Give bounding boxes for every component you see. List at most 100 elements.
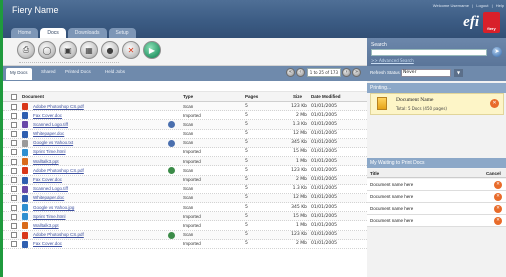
user-icon[interactable]: ●	[101, 41, 119, 59]
file-name-link[interactable]: Whitepaper.doc	[33, 131, 64, 136]
row-checkbox[interactable]	[11, 121, 17, 128]
file-type: Imported	[183, 213, 201, 219]
save-icon[interactable]: ▣	[59, 41, 77, 59]
file-icon	[22, 204, 28, 212]
file-name-link[interactable]: Google vs Yahoo.jpg	[33, 205, 74, 210]
cancel-icon[interactable]: ✕	[494, 205, 502, 213]
search-go-icon[interactable]: ➤	[492, 47, 502, 57]
col-date-modified[interactable]: Date Modified	[311, 94, 341, 99]
waiting-row[interactable]: Document name here ✕	[367, 215, 506, 227]
row-checkbox[interactable]	[11, 112, 17, 119]
file-name-link[interactable]: Scanned Logo.tiff	[33, 122, 68, 127]
table-row[interactable]: Scanned Logo.tiff Scan 5 1.3 Kb 01/01/2005	[3, 120, 367, 130]
row-checkbox[interactable]	[11, 167, 17, 174]
subtab-printed-docs[interactable]: Printed Docs	[65, 69, 91, 74]
table-row[interactable]: Fax Cover.doc Imported 5 2 Mb 01/01/2005	[3, 240, 367, 249]
file-name-link[interactable]: Adobe Photoshop CS.pdf	[33, 232, 84, 237]
file-icon	[22, 185, 28, 193]
file-name-link[interactable]: Adobe Photoshop CS.pdf	[33, 104, 84, 109]
file-name-link[interactable]: Walltalk3.ppt	[33, 159, 59, 164]
cancel-print-icon[interactable]: ✕	[490, 99, 499, 108]
prev-page-icon[interactable]: ‹	[295, 68, 305, 77]
row-checkbox[interactable]	[11, 131, 17, 138]
table-row[interactable]: Sprint Time.html Imported 5 15 Mb 01/01/2005	[3, 212, 367, 222]
print-icon[interactable]: ⎙	[17, 41, 35, 59]
subtab-shared[interactable]: Shared	[41, 69, 56, 74]
subtab-held-jobs[interactable]: Held Jobs	[105, 69, 125, 74]
preview-icon[interactable]: ◯	[38, 41, 56, 59]
logout-link[interactable]: Logout	[476, 3, 488, 8]
file-date: 01/01/2005	[311, 241, 337, 247]
file-name-link[interactable]: Fax Cover.doc	[33, 113, 62, 118]
table-row[interactable]: Sprint Time.html Imported 5 15 Mb 01/01/2005	[3, 148, 367, 158]
delete-icon[interactable]: ✕	[122, 41, 140, 59]
advanced-search-link[interactable]: >> Advanced Search	[371, 58, 414, 63]
row-checkbox[interactable]	[11, 195, 17, 202]
file-name-link[interactable]: Google vs Yahoo.txt	[33, 140, 73, 145]
refresh-bar: Refresh Status Never ▼	[367, 66, 506, 81]
file-name-link[interactable]: Sprint Time.html	[33, 149, 66, 154]
tab-docs[interactable]: Docs	[40, 28, 66, 38]
row-checkbox[interactable]	[11, 140, 17, 147]
cancel-icon[interactable]: ✕	[494, 193, 502, 201]
table-row[interactable]: Scanned Logo.tiff Scan 5 1.3 Kb 01/01/2005	[3, 185, 367, 194]
table-row[interactable]: Whitepaper.doc Scan 5 12 Mb 01/01/2005	[3, 130, 367, 139]
welcome-user-link[interactable]: Welcome Username	[433, 3, 469, 8]
table-row[interactable]: Adobe Photoshop CS.pdf Scan 5 123 Kb 01/01/2…	[3, 102, 367, 112]
last-page-icon[interactable]: »	[352, 68, 361, 77]
search-input[interactable]	[371, 49, 487, 56]
row-checkbox[interactable]	[11, 158, 17, 165]
table-row[interactable]: Adobe Photoshop CS.pdf Scan 5 123 Kb 01/01/2…	[3, 230, 367, 240]
file-name-link[interactable]: Adobe Photoshop CS.pdf	[33, 168, 84, 173]
file-type: Imported	[183, 222, 201, 228]
table-row[interactable]: Adobe Photoshop CS.pdf Scan 5 123 Kb 01/01/2…	[3, 166, 367, 176]
file-type: Scan	[183, 140, 194, 146]
row-checkbox[interactable]	[11, 149, 17, 156]
next-page-icon[interactable]: ›	[342, 68, 351, 77]
row-checkbox[interactable]	[11, 213, 17, 220]
waiting-row[interactable]: Document name here ✕	[367, 191, 506, 203]
table-row[interactable]: Walltalk3.ppt Imported 5 1 Mb 01/01/2005	[3, 157, 367, 167]
col-type[interactable]: Type	[183, 94, 193, 99]
archive-icon[interactable]: ▦	[80, 41, 98, 59]
row-checkbox[interactable]	[11, 222, 17, 229]
table-row[interactable]: Whitepaper.doc Scan 5 12 Mb 01/01/2005	[3, 193, 367, 204]
table-row[interactable]: Fax Cover.doc Imported 5 2 Mb 01/01/2005	[3, 175, 367, 185]
file-name-link[interactable]: Sprint Time.html	[33, 214, 66, 219]
file-pages: 5	[245, 112, 248, 118]
logo-text: efi	[463, 14, 479, 30]
first-page-icon[interactable]: «	[285, 68, 295, 77]
help-link[interactable]: Help	[496, 3, 504, 8]
cancel-icon[interactable]: ✕	[494, 181, 502, 189]
row-checkbox[interactable]	[11, 241, 17, 248]
waiting-row[interactable]: Document name here ✕	[367, 179, 506, 191]
tab-home[interactable]: Home	[11, 28, 39, 38]
tab-setup[interactable]: Setup	[108, 28, 136, 38]
row-checkbox[interactable]	[11, 204, 17, 211]
row-checkbox[interactable]	[11, 186, 17, 193]
go-icon[interactable]: ▶	[143, 41, 161, 59]
row-checkbox[interactable]	[11, 177, 17, 183]
row-checkbox[interactable]	[11, 232, 17, 239]
file-date: 01/01/2005	[311, 140, 337, 146]
table-row[interactable]: Walltalk3.ppt Imported 5 1 Mb 01/01/2005	[3, 221, 367, 231]
table-row[interactable]: Google vs Yahoo.jpg Scan 5 345 Kb 01/01/2005	[3, 203, 367, 213]
table-row[interactable]: Fax Cover.doc Imported 5 2 Mb 01/01/2005	[3, 111, 367, 121]
file-name-link[interactable]: Fax Cover.doc	[33, 241, 62, 246]
waiting-row[interactable]: Document name here ✕	[367, 203, 506, 215]
row-checkbox[interactable]	[11, 103, 17, 110]
file-name-link[interactable]: Walltalk3.ppt	[33, 223, 59, 228]
col-pages[interactable]: Pages	[245, 94, 258, 99]
col-document[interactable]: Document	[22, 94, 44, 99]
cancel-icon[interactable]: ✕	[494, 217, 502, 225]
subtab-my-docs[interactable]: My Docs	[6, 68, 32, 80]
col-size[interactable]: Size	[293, 94, 302, 99]
file-name-link[interactable]: Scanned Logo.tiff	[33, 186, 68, 191]
tab-downloads[interactable]: Downloads	[67, 28, 107, 38]
refresh-dropdown-icon[interactable]: ▼	[454, 69, 463, 77]
file-name-link[interactable]: Fax Cover.doc	[33, 177, 62, 182]
select-all-checkbox[interactable]	[11, 93, 17, 100]
file-name-link[interactable]: Whitepaper.doc	[33, 195, 64, 200]
table-row[interactable]: Google vs Yahoo.txt Scan 5 345 Kb 01/01/2005	[3, 138, 367, 148]
refresh-select[interactable]: Never	[401, 69, 451, 77]
